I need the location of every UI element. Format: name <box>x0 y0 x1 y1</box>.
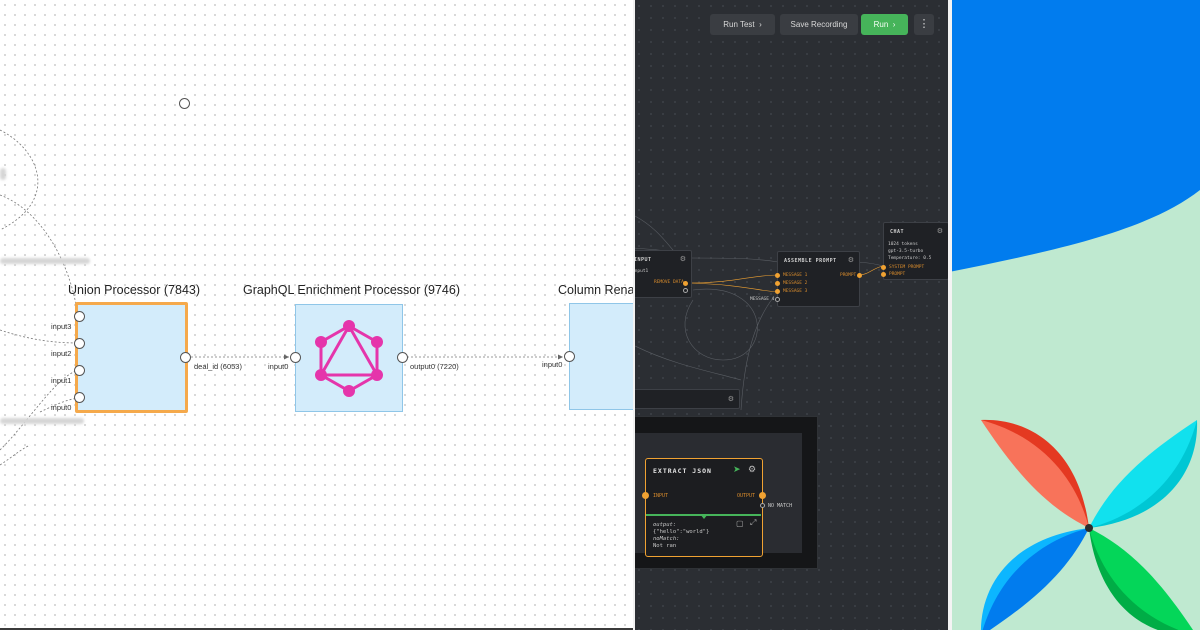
port-label: INPUT <box>653 493 669 499</box>
port-label: input0 <box>542 360 563 369</box>
pipeline-canvas[interactable]: Union Processor (7843) input3 input2 inp… <box>0 0 633 630</box>
port-label: output0 (7220) <box>410 362 459 371</box>
extract-json-title: EXTRACT JSON <box>653 467 712 475</box>
stray-port[interactable] <box>179 98 190 109</box>
subgraph-panel[interactable]: EXTRACT JSON ➤ ⚙ INPUT OUTPUT NO MATCH ▢… <box>633 416 818 569</box>
blurred-label <box>0 168 6 180</box>
input-node-title: INPUT <box>634 257 652 263</box>
union-processor-title: Union Processor (7843) <box>68 283 201 297</box>
result-key: noMatch: <box>653 536 680 542</box>
chat-node-title: CHAT <box>890 229 905 235</box>
node-text: input1 <box>633 269 649 274</box>
column-rename-node[interactable] <box>569 303 633 410</box>
input-port[interactable] <box>642 492 649 499</box>
result-value: Not ran <box>653 543 677 549</box>
graphql-input-port[interactable] <box>290 352 301 363</box>
more-menu-icon[interactable]: ⋮ <box>914 14 934 35</box>
result-key: output: <box>653 522 677 528</box>
collapsed-node[interactable]: ⚙ <box>633 389 740 409</box>
logo-panel <box>949 0 1200 630</box>
union-output-port[interactable] <box>180 352 191 363</box>
gear-icon[interactable]: ⚙ <box>728 395 734 403</box>
run-test-button[interactable]: Run Test › <box>710 14 775 35</box>
column-rename-title: Column Rena <box>558 283 633 297</box>
gear-icon[interactable]: ⚙ <box>848 256 854 264</box>
run-button[interactable]: Run › <box>861 14 908 35</box>
gear-icon[interactable]: ⚙ <box>748 464 756 475</box>
chevron-down-icon[interactable] <box>700 514 708 519</box>
graphql-processor-node[interactable] <box>295 304 403 412</box>
blurred-label <box>0 418 84 424</box>
subgraph-canvas[interactable]: EXTRACT JSON ➤ ⚙ INPUT OUTPUT NO MATCH ▢… <box>634 433 802 557</box>
port-label: input0 <box>268 362 289 371</box>
graphql-processor-title: GraphQL Enrichment Processor (9746) <box>243 283 460 297</box>
union-input0-port[interactable] <box>74 392 85 403</box>
port-label: deal_id (6053) <box>194 362 242 371</box>
graphql-output-port[interactable] <box>397 352 408 363</box>
panel-divider <box>948 0 952 630</box>
union-input1-port[interactable] <box>74 365 85 376</box>
input-port[interactable] <box>775 297 780 302</box>
graphql-icon <box>315 320 383 397</box>
port-label: SYSTEM PROMPT <box>889 265 925 270</box>
chat-node[interactable]: CHAT ⚙ 1024 tokens gpt-3.5-turbo Tempera… <box>881 222 949 280</box>
blurred-label <box>0 258 90 264</box>
port-label: PROMPT <box>840 273 857 278</box>
union-processor-node[interactable] <box>75 302 188 413</box>
port-label: NO MATCH <box>768 503 793 509</box>
port-label: PROMPT <box>889 272 906 277</box>
output-port[interactable] <box>759 492 766 499</box>
input-port[interactable] <box>775 281 780 286</box>
assemble-prompt-title: ASSEMBLE PROMPT <box>784 258 837 264</box>
union-input2-port[interactable] <box>74 338 85 349</box>
input-port[interactable] <box>775 289 780 294</box>
extract-json-node[interactable]: EXTRACT JSON ➤ ⚙ INPUT OUTPUT NO MATCH ▢… <box>642 458 792 557</box>
port-label: OUTPUT <box>737 493 756 499</box>
expand-icon[interactable]: ⤢ <box>750 518 756 528</box>
gear-icon[interactable]: ⚙ <box>937 227 943 235</box>
play-icon[interactable]: ➤ <box>733 464 741 475</box>
panel-divider <box>633 0 635 630</box>
node-text: gpt-3.5-turbo <box>888 249 924 254</box>
pinwheel-logo <box>949 0 1200 630</box>
input-port[interactable] <box>775 273 780 278</box>
output-port[interactable] <box>683 288 688 293</box>
node-text: Temperature: 0.5 <box>888 256 932 261</box>
column-rename-input-port[interactable] <box>564 351 575 362</box>
clipboard-icon[interactable]: ▢ <box>736 519 744 528</box>
output-port[interactable] <box>857 273 862 278</box>
output-port[interactable] <box>683 281 688 286</box>
node-text: 1024 tokens <box>888 242 918 247</box>
port-label: MESSAGE 1 <box>783 273 808 278</box>
port-label: input3 <box>51 322 72 331</box>
port-label: MESSAGE 4 <box>750 297 775 302</box>
result-value: {"hello":"world"} <box>653 529 710 535</box>
port-label: MESSAGE 2 <box>783 281 808 286</box>
no-match-port[interactable] <box>760 503 765 508</box>
gear-icon[interactable]: ⚙ <box>680 255 686 263</box>
input-node[interactable]: INPUT ⚙ input1 REMOVE DATA <box>633 250 692 298</box>
input-port[interactable] <box>881 265 886 270</box>
input-port[interactable] <box>881 272 886 277</box>
port-label: input2 <box>51 349 72 358</box>
save-recording-button[interactable]: Save Recording <box>780 14 858 35</box>
union-input3-port[interactable] <box>74 311 85 322</box>
port-label: REMOVE DATA <box>654 280 684 285</box>
port-label: input1 <box>51 376 72 385</box>
port-label: input0 <box>51 403 72 412</box>
port-label: MESSAGE 3 <box>783 289 808 294</box>
assemble-prompt-node[interactable]: ASSEMBLE PROMPT ⚙ MESSAGE 1 MESSAGE 2 ME… <box>750 251 862 307</box>
